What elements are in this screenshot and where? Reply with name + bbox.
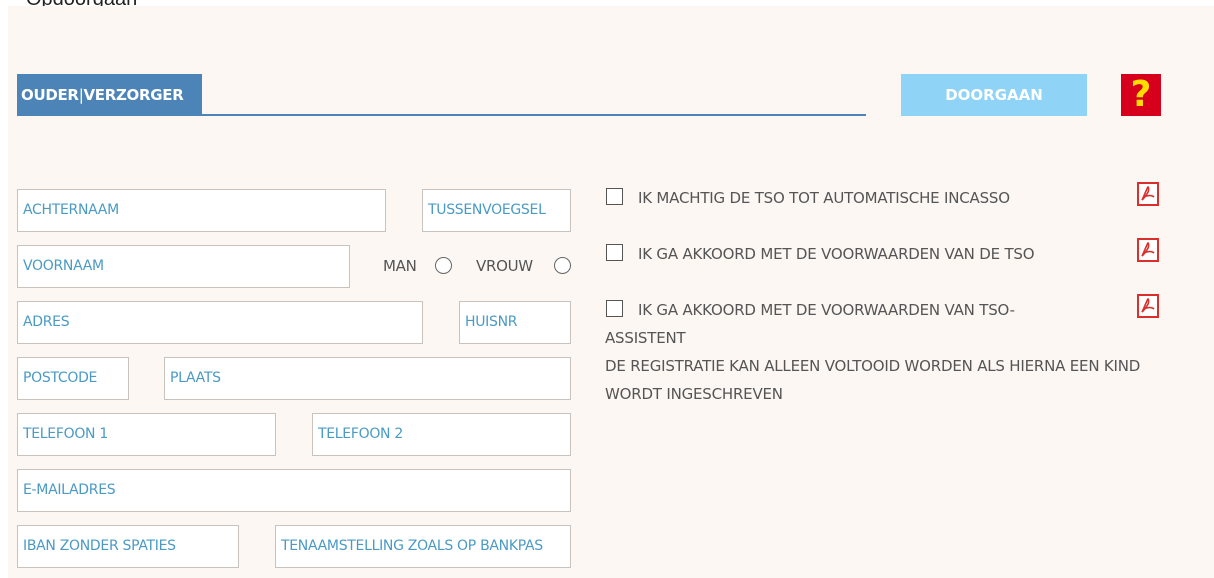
agreement-label-tso-assistent: IK GA AKKOORD MET DE VOORWAARDEN VAN TSO… (605, 301, 1015, 347)
iban-field[interactable]: IBAN ZONDER SPATIES (17, 525, 239, 568)
adres-field[interactable]: ADRES (17, 301, 423, 344)
voornaam-field[interactable]: VOORNAAM (17, 245, 350, 288)
agreement-label-incasso: IK MACHTIG DE TSO TOT AUTOMATISCHE INCAS… (638, 189, 1010, 207)
plaats-field[interactable]: PLAATS (164, 357, 571, 400)
achternaam-field[interactable]: ACHTERNAAM (17, 189, 386, 232)
pdf-icon[interactable] (1136, 238, 1160, 262)
telefoon2-field[interactable]: TELEFOON 2 (312, 413, 571, 456)
tussenvoegsel-field[interactable]: TUSSENVOEGSEL (422, 189, 571, 232)
telefoon1-field[interactable]: TELEFOON 1 (17, 413, 276, 456)
section-title: OUDER|VERZORGER (17, 74, 202, 116)
agreement-checkbox-tso[interactable] (606, 244, 623, 261)
agreement-checkbox-incasso[interactable] (606, 188, 623, 205)
gender-male-label: MAN (383, 257, 417, 275)
huisnr-field[interactable]: HUISNR (459, 301, 571, 344)
pdf-icon[interactable] (1136, 182, 1160, 206)
postcode-field[interactable]: POSTCODE (17, 357, 129, 400)
pdf-icon[interactable] (1136, 294, 1160, 318)
section-title-left: OUDER (21, 86, 79, 104)
section-title-right: VERZORGER (83, 86, 184, 104)
section-underline (17, 114, 866, 116)
registration-note: DE REGISTRATIE KAN ALLEEN VOLTOOID WORDE… (605, 357, 1141, 403)
gender-female-label: VROUW (476, 257, 533, 275)
agreement-label-tso: IK GA AKKOORD MET DE VOORWAARDEN VAN DE … (638, 245, 1035, 263)
gender-male-radio[interactable] (435, 257, 452, 274)
email-field[interactable]: E-MAILADRES (17, 469, 571, 512)
tenaamstelling-field[interactable]: TENAAMSTELLING ZOALS OP BANKPAS (275, 525, 571, 568)
continue-button[interactable]: DOORGAAN (901, 74, 1087, 116)
question-mark-icon[interactable]: ? (1121, 74, 1161, 116)
gender-female-radio[interactable] (554, 257, 571, 274)
